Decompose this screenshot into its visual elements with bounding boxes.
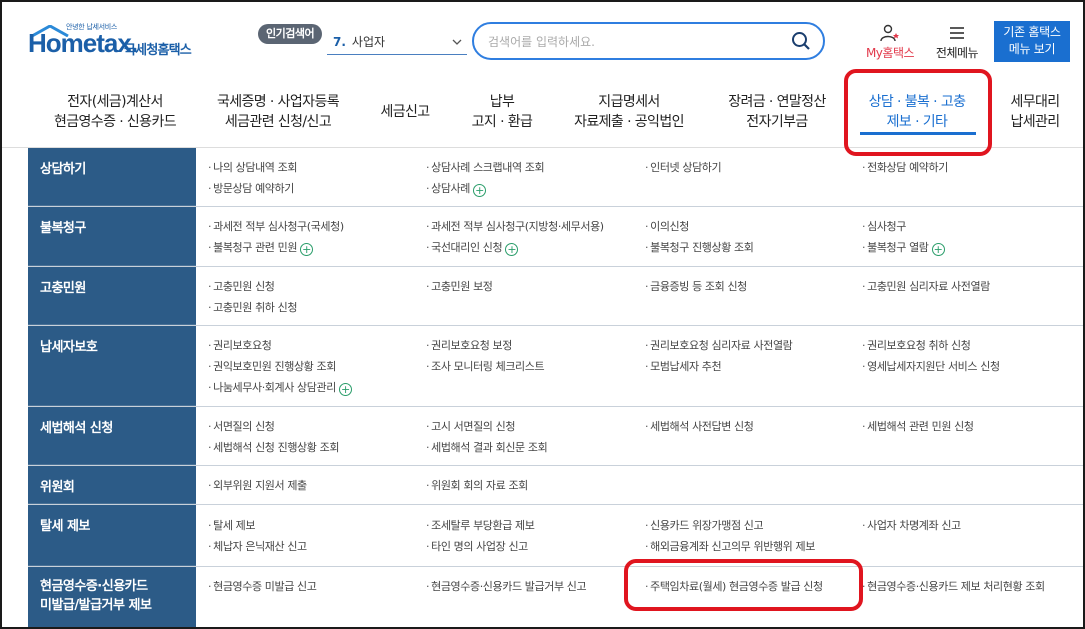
chevron-down-icon[interactable] — [451, 31, 463, 62]
plus-circle-icon[interactable]: + — [505, 243, 519, 256]
menu-link[interactable]: 외부위원 지원서 제출 — [208, 475, 307, 496]
menu-link-with-plus[interactable]: 국선대리인 신청+ — [426, 237, 519, 258]
plus-circle-icon[interactable]: + — [473, 184, 486, 197]
popular-term: 사업자 — [351, 35, 386, 49]
menu-link[interactable]: 세법해석 신청 진행상황 조회 — [208, 437, 339, 458]
menu-link[interactable]: 사업자 차명계좌 신고 — [862, 515, 961, 536]
menu-link[interactable]: 고시 서면질의 신청 — [426, 416, 515, 437]
menu-link[interactable]: 과세전 적부 심사청구(국세청) — [208, 216, 344, 237]
nav-payment[interactable]: 납부 고지 · 환급 — [462, 92, 542, 132]
old-hometax-label-2: 메뉴 보기 — [1008, 42, 1056, 56]
category-label: 현금영수증·신용카드 미발급/발급거부 제보 — [28, 567, 196, 627]
menu-link[interactable]: 서면질의 신청 — [208, 416, 275, 437]
menu-link[interactable]: 타인 명의 사업장 신고 — [426, 536, 528, 557]
popular-keyword-select[interactable]: 7. 사업자 — [327, 31, 467, 55]
menu-link[interactable]: 조세탈루 부당환급 제보 — [426, 515, 535, 536]
menu-link-with-plus[interactable]: 상담사례+ — [426, 178, 486, 199]
category-label: 위원회 — [28, 466, 196, 504]
menu-link-with-plus[interactable]: 불복청구 관련 민원+ — [208, 237, 314, 258]
old-hometax-label-1: 기존 홈택스 — [1003, 25, 1061, 39]
menu-link[interactable]: 위원회 회의 자료 조회 — [426, 475, 528, 496]
menu-link[interactable]: 나의 상담내역 조회 — [208, 157, 297, 178]
menu-link[interactable]: 세법해석 관련 민원 신청 — [862, 416, 974, 437]
page-frame: 안녕한 납세서비스 Hometax. 국세청홈택스 인기검색어 7. 사업자 My… — [0, 0, 1085, 629]
menu-link[interactable]: 해외금융계좌 신고의무 위반행위 제보 — [645, 536, 815, 557]
all-menu-label: 전체메뉴 — [935, 46, 979, 60]
category-label: 불복청구 — [28, 207, 196, 266]
my-hometax-button[interactable]: My홈택스 — [861, 24, 919, 61]
table-row: 현금영수증·신용카드 미발급/발급거부 제보 현금영수증 미발급 신고 현금영수… — [28, 567, 1083, 627]
plus-circle-icon[interactable]: + — [931, 243, 945, 256]
category-label: 탈세 제보 — [28, 505, 196, 566]
table-row: 세법해석 신청 서면질의 신청 세법해석 신청 진행상황 조회 고시 서면질의 … — [28, 407, 1083, 466]
menu-link[interactable]: 권리보호요청 심리자료 사전열람 — [645, 335, 793, 356]
category-label: 세법해석 신청 — [28, 407, 196, 465]
logo-subtitle: 국세청홈택스 — [124, 43, 192, 58]
old-hometax-button[interactable]: 기존 홈택스 메뉴 보기 — [994, 21, 1070, 62]
menu-link[interactable]: 이의신청 — [645, 216, 689, 237]
nav-tax-agent[interactable]: 세무대리 납세관리 — [1000, 92, 1070, 132]
nav-e-invoice[interactable]: 전자(세금)계산서 현금영수증 · 신용카드 — [50, 92, 180, 132]
menu-link[interactable]: 방문상담 예약하기 — [208, 178, 294, 199]
table-row: 불복청구 과세전 적부 심사청구(국세청) 불복청구 관련 민원+ 과세전 적부… — [28, 207, 1083, 267]
all-menu-button[interactable]: 전체메뉴 — [930, 24, 984, 61]
nav-certificates[interactable]: 국세증명 · 사업자등록 세금관련 신청/신고 — [204, 92, 352, 132]
menu-link[interactable]: 체납자 은닉재산 신고 — [208, 536, 307, 557]
menu-link[interactable]: 고충민원 취하 신청 — [208, 297, 297, 318]
nav-payment-statement[interactable]: 지급명세서 자료제출 · 공익법인 — [565, 92, 693, 132]
menu-link[interactable]: 전화상담 예약하기 — [862, 157, 948, 178]
menu-link[interactable]: 고충민원 심리자료 사전열람 — [862, 276, 990, 297]
search-icon[interactable] — [791, 31, 811, 51]
search-input[interactable] — [488, 32, 778, 52]
menu-link[interactable]: 권리보호요청 — [208, 335, 272, 356]
menu-link[interactable]: 현금영수증·신용카드 제보 처리현황 조회 — [862, 576, 1045, 597]
menu-link[interactable]: 고충민원 보정 — [426, 276, 493, 297]
menu-link[interactable]: 권리보호요청 보정 — [426, 335, 512, 356]
menu-link[interactable]: 과세전 적부 심사청구(지방청·세무서용) — [426, 216, 604, 237]
menu-link[interactable]: 금융증빙 등 조회 신청 — [645, 276, 747, 297]
menu-link-with-plus[interactable]: 불복청구 열람+ — [862, 237, 945, 258]
nav-incentive[interactable]: 장려금 · 연말정산 전자기부금 — [718, 92, 836, 132]
menu-link[interactable]: 탈세 제보 — [208, 515, 255, 536]
table-row: 상담하기 나의 상담내역 조회 방문상담 예약하기 상담사례 스크랩내역 조회 … — [28, 148, 1083, 207]
menu-link[interactable]: 영세납세자지원단 서비스 신청 — [862, 356, 1000, 377]
menu-link[interactable]: 불복청구 진행상황 조회 — [645, 237, 754, 258]
menu-link[interactable]: 권리보호요청 취하 신청 — [862, 335, 971, 356]
table-row: 탈세 제보 탈세 제보 체납자 은닉재산 신고 조세탈루 부당환급 제보 타인 … — [28, 505, 1083, 567]
popular-keywords-badge: 인기검색어 — [258, 24, 323, 44]
user-star-icon — [880, 24, 899, 42]
popular-rank: 7. — [333, 35, 346, 49]
menu-link[interactable]: 인터넷 상담하기 — [645, 157, 722, 178]
category-label: 고충민원 — [28, 267, 196, 325]
menu-link[interactable]: 세법해석 결과 회신문 조회 — [426, 437, 548, 458]
hamburger-icon — [950, 27, 964, 39]
menu-link[interactable]: 상담사례 스크랩내역 조회 — [426, 157, 545, 178]
plus-circle-icon[interactable]: + — [338, 383, 352, 396]
menu-link-with-plus[interactable]: 나눔세무사·회계사 상담관리+ — [208, 377, 352, 398]
menu-link[interactable]: 고충민원 신청 — [208, 276, 275, 297]
table-row: 납세자보호 권리보호요청 권익보호민원 진행상황 조회 나눔세무사·회계사 상담… — [28, 326, 1083, 407]
my-hometax-label: My홈택스 — [865, 46, 915, 60]
menu-link[interactable]: 신용카드 위장가맹점 신고 — [645, 515, 764, 536]
search-box — [472, 22, 825, 60]
table-row: 위원회 외부위원 지원서 제출 위원회 회의 자료 조회 — [28, 466, 1083, 505]
hometax-logo[interactable]: 안녕한 납세서비스 Hometax. 국세청홈택스 — [28, 22, 208, 64]
menu-link[interactable]: 현금영수증·신용카드 발급거부 신고 — [426, 576, 586, 597]
menu-link[interactable]: 세법해석 사전답변 신청 — [645, 416, 754, 437]
menu-link[interactable]: 모범납세자 추천 — [645, 356, 722, 377]
highlight-box-nav — [844, 69, 992, 156]
menu-link[interactable]: 권익보호민원 진행상황 조회 — [208, 356, 336, 377]
category-label: 납세자보호 — [28, 326, 196, 406]
plus-circle-icon[interactable]: + — [300, 243, 314, 256]
highlight-box-rent-receipt — [624, 559, 863, 611]
menu-link[interactable]: 현금영수증 미발급 신고 — [208, 576, 317, 597]
menu-link[interactable]: 심사청구 — [862, 216, 906, 237]
table-row: 고충민원 고충민원 신청 고충민원 취하 신청 고충민원 보정 금융증빙 등 조… — [28, 267, 1083, 326]
logo-brand: Hometax. — [28, 28, 138, 58]
nav-tax-filing[interactable]: 세금신고 — [374, 102, 436, 122]
menu-link[interactable]: 조사 모니터링 체크리스트 — [426, 356, 545, 377]
category-label: 상담하기 — [28, 148, 196, 206]
